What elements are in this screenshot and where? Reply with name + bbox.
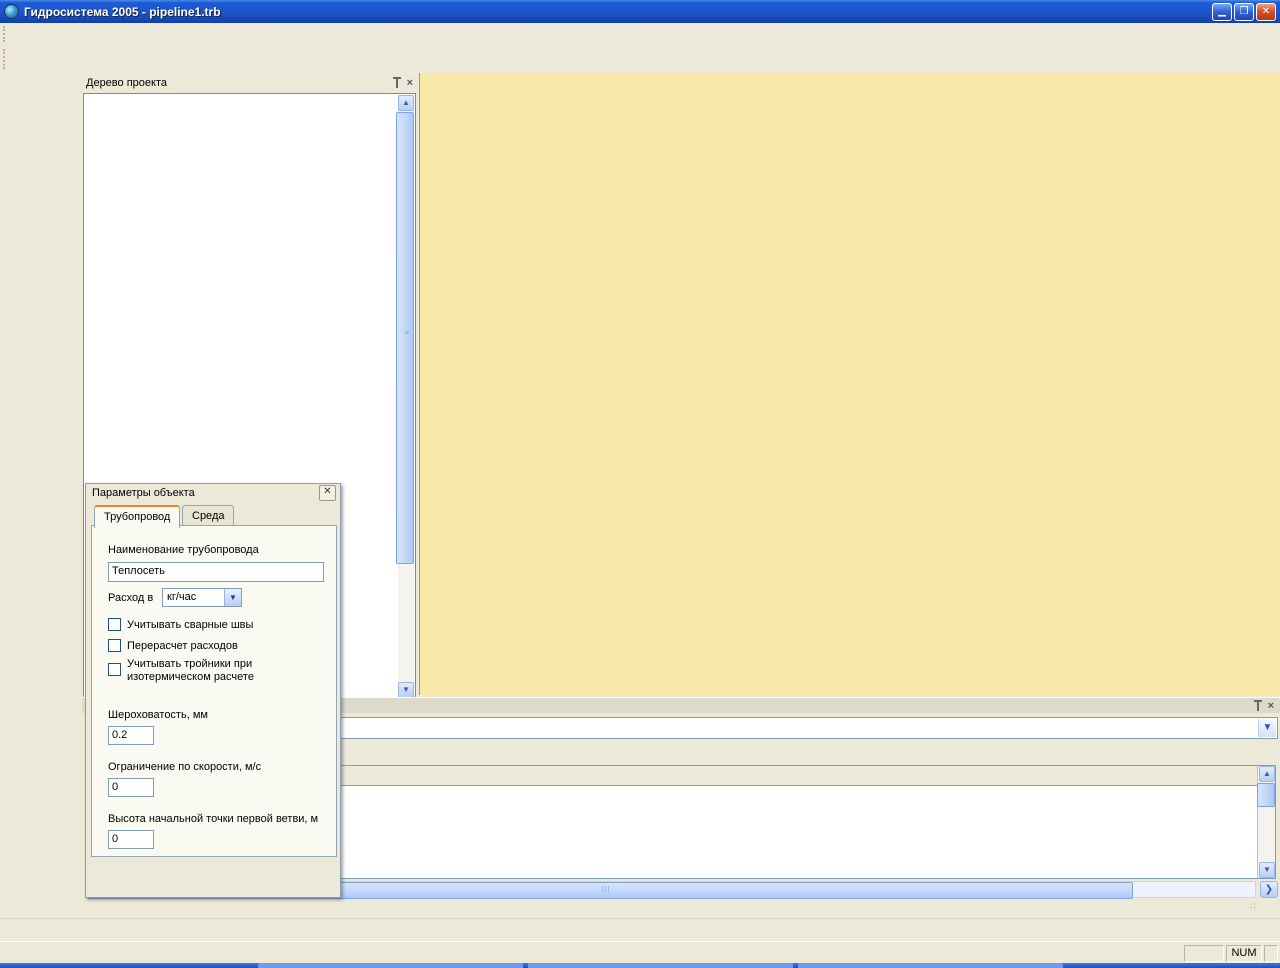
combo-dropdown-icon[interactable]: ▼ (1258, 719, 1276, 737)
table-scroll-down-icon[interactable]: ▼ (1259, 862, 1275, 878)
flow-units-value: кг/час (167, 591, 197, 603)
tree-scroll-thumb[interactable] (396, 112, 414, 564)
tree-panel-header: Дерево проекта × (82, 73, 417, 92)
flow-combo-dropdown-icon[interactable]: ▼ (224, 589, 241, 606)
app-logo-icon (4, 4, 19, 19)
pin-icon[interactable] (392, 77, 401, 88)
window-title: Гидросистема 2005 - pipeline1.trb (24, 4, 221, 19)
document-tabs (0, 918, 1280, 942)
table-hscroll-right-icon[interactable]: ❯ (1260, 881, 1278, 898)
left-toolbars (0, 73, 82, 918)
roughness-label: Шероховатость, мм (108, 709, 208, 721)
tab-sreda[interactable]: Среда (182, 505, 235, 526)
dialog-close-icon[interactable]: ✕ (319, 485, 336, 501)
dialog-title: Параметры объекта (92, 487, 195, 499)
speed-limit-input[interactable]: 0 (108, 778, 154, 797)
object-parameters-dialog: Параметры объекта ✕ Трубопровод Среда На… (85, 483, 341, 898)
taskbar-sliver (0, 963, 1280, 968)
menu-bar (0, 23, 1280, 46)
status-bar: NUM (0, 941, 1280, 964)
tees-checkbox[interactable] (108, 663, 121, 676)
tree-scrollbar[interactable]: ▲ ≡ ▼ (396, 95, 414, 698)
tree-scroll-down-icon[interactable]: ▼ (398, 682, 414, 698)
roughness-input[interactable]: 0.2 (108, 726, 154, 745)
table-vscrollbar[interactable]: ▲ ▼ (1257, 766, 1275, 878)
close-button[interactable]: ✕ (1256, 2, 1276, 21)
welds-checkbox-label: Учитывать сварные швы (127, 619, 254, 631)
title-bar: Гидросистема 2005 - pipeline1.trb ▁ ❐ ✕ (0, 0, 1280, 23)
tree-panel-title: Дерево проекта (86, 76, 167, 89)
dialog-caption: Параметры объекта ✕ (86, 484, 340, 502)
flow-units-combobox[interactable]: кг/час ▼ (162, 588, 242, 607)
status-box-1 (1184, 945, 1224, 962)
welds-checkbox[interactable] (108, 618, 121, 631)
tees-checkbox-label: Учитывать тройники при изотермическом ра… (127, 658, 254, 683)
start-height-input[interactable]: 0 (108, 830, 154, 849)
tab-truboprovod[interactable]: Трубопровод (94, 505, 181, 528)
map-canvas[interactable] (419, 73, 1280, 695)
restore-button[interactable]: ❐ (1234, 2, 1254, 21)
toolbar-grip (3, 49, 10, 69)
table-scroll-thumb[interactable] (1257, 783, 1275, 807)
start-height-label: Высота начальной точки первой ветви, м (108, 813, 319, 825)
status-num-indicator: NUM (1226, 945, 1262, 962)
close-panel-icon[interactable]: × (407, 77, 413, 89)
recalc-checkbox-label: Перерасчет расходов (127, 640, 238, 652)
minimize-button[interactable]: ▁ (1212, 2, 1232, 21)
table-scroll-up-icon[interactable]: ▲ (1259, 766, 1275, 782)
pipeline-name-label: Наименование трубопровода (108, 544, 259, 556)
results-pin-icon[interactable] (1253, 700, 1262, 711)
main-toolbar (0, 45, 1280, 73)
pipeline-name-input[interactable]: Теплосеть (108, 562, 324, 582)
status-box-2 (1264, 945, 1278, 962)
recalc-checkbox[interactable] (108, 639, 121, 652)
results-close-icon[interactable]: × (1268, 700, 1274, 712)
speed-limit-label: Ограничение по скорости, м/с (108, 761, 262, 773)
dialog-tab-page: Наименование трубопровода Теплосеть Расх… (91, 525, 337, 857)
menu-grip (3, 26, 10, 42)
tree-scroll-up-icon[interactable]: ▲ (398, 95, 414, 111)
panel-resize-grip[interactable]: ∷ (1250, 901, 1258, 912)
flow-units-label: Расход в (108, 592, 154, 604)
